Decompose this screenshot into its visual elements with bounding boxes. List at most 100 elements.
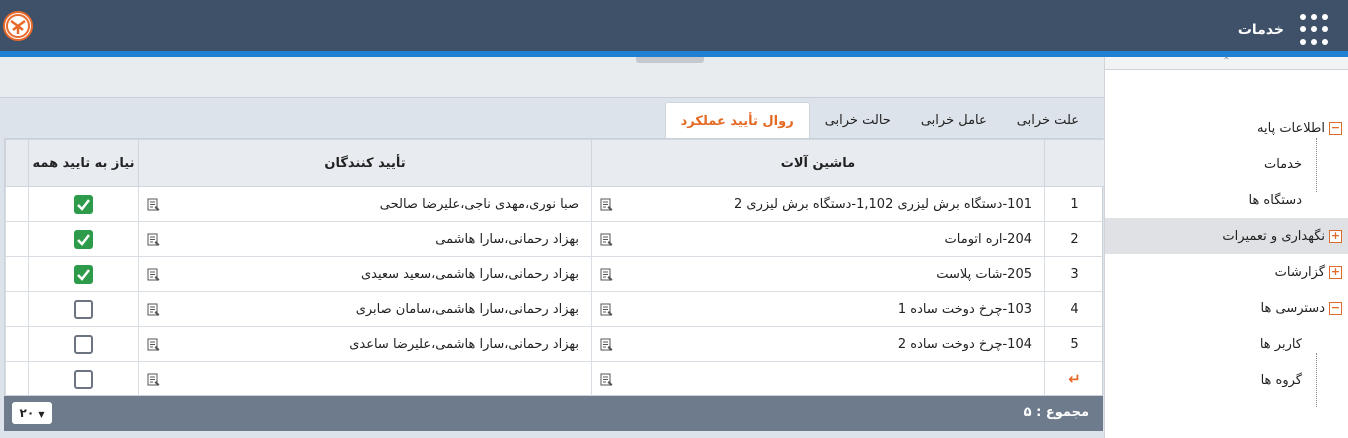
sidebar-item[interactable]: + گزارشات: [1105, 254, 1348, 290]
machines-cell[interactable]: 104-چرخ دوخت ساده 2: [591, 326, 1045, 362]
page-size-select[interactable]: ۲۰ ▼: [12, 402, 52, 424]
table-row[interactable]: 5 104-چرخ دوخت ساده 2 بهزاد رحمانی،سارا ها…: [5, 326, 1105, 362]
edit-list-icon[interactable]: [600, 268, 613, 282]
spacer-cell: [5, 186, 29, 222]
brand-label: خدمات: [1237, 22, 1284, 38]
unchecked-checkbox[interactable]: [74, 334, 93, 354]
brand[interactable]: خدمات: [1238, 14, 1328, 46]
unchecked-checkbox[interactable]: [74, 369, 93, 389]
approvers-value: بهزاد رحمانی،سارا هاشمی،سعید سعیدی: [360, 266, 579, 282]
main-area: علت خرابی عامل خرابی حالت خرابی روال تأی…: [0, 57, 1105, 438]
machines-cell[interactable]: [591, 361, 1045, 397]
spacer-cell: [5, 291, 29, 327]
splitter-handle[interactable]: [636, 57, 704, 63]
machines-value: 204-اره اتومات: [944, 231, 1032, 247]
sidebar-item-label: اطلاعات پایه: [1257, 120, 1325, 136]
checked-checkbox[interactable]: [74, 264, 93, 284]
unchecked-checkbox[interactable]: [74, 299, 93, 319]
approvers-value: بهزاد رحمانی،سارا هاشمی: [435, 231, 579, 247]
spacer-cell: [5, 361, 29, 397]
approvers-cell[interactable]: صبا نوری،مهدی ناجی،علیرضا صالحی: [138, 186, 592, 222]
approvers-cell[interactable]: [138, 361, 592, 397]
page-size-value: ۲۰: [19, 406, 35, 420]
approvers-cell[interactable]: بهزاد رحمانی،سارا هاشمی: [138, 221, 592, 257]
expand-icon[interactable]: +: [1329, 229, 1342, 243]
machines-value: 205-شات پلاست: [936, 266, 1032, 282]
edit-list-icon[interactable]: [147, 198, 160, 212]
machines-cell[interactable]: 204-اره اتومات: [591, 221, 1045, 257]
sidebar-item-label: دسترسی ها: [1260, 300, 1325, 316]
sidebar-item[interactable]: کاربر ها: [1105, 326, 1348, 362]
column-header-approvers[interactable]: تأیید کنندگان: [138, 139, 592, 187]
total-count: مجموع : ۵: [1023, 405, 1089, 420]
expand-icon[interactable]: +: [1329, 265, 1342, 279]
edit-list-icon[interactable]: [147, 303, 160, 317]
table-row[interactable]: 2 204-اره اتومات بهزاد رحمانی،سارا هاشمی: [5, 221, 1105, 257]
sidebar-item[interactable]: − دسترسی ها: [1105, 290, 1348, 326]
tree-connector: [1316, 353, 1317, 407]
machines-cell[interactable]: 205-شات پلاست: [591, 256, 1045, 292]
table-row[interactable]: 3 205-شات پلاست بهزاد رحمانی،سارا هاشمی،سع…: [5, 256, 1105, 292]
row-number: 3: [1044, 256, 1105, 292]
column-header-row-number: [1044, 139, 1105, 187]
machines-cell[interactable]: 101-دستگاه برش لیزری 1,102-دستگاه برش لی…: [591, 186, 1045, 222]
sidebar-item[interactable]: دستگاه ها: [1105, 182, 1348, 218]
approvers-value: صبا نوری،مهدی ناجی،علیرضا صالحی: [379, 196, 579, 212]
sidebar-item[interactable]: − اطلاعات پایه: [1105, 110, 1348, 146]
tab-approval-workflow[interactable]: روال تأیید عملکرد: [664, 102, 810, 138]
edit-list-icon[interactable]: [600, 338, 613, 352]
sidebar-tree: − اطلاعات پایه خدمات دستگاه ها + نگهداری و تع…: [1105, 70, 1348, 407]
column-header-machines[interactable]: ماشین آلات: [591, 139, 1045, 187]
checked-checkbox[interactable]: [74, 229, 93, 249]
tab-bar: علت خرابی عامل خرابی حالت خرابی روال تأی…: [664, 102, 1094, 138]
approvers-cell[interactable]: بهزاد رحمانی،سارا هاشمی،سعید سعیدی: [138, 256, 592, 292]
tab-failure-mode[interactable]: حالت خرابی: [810, 102, 906, 138]
column-header-spacer: [5, 139, 29, 187]
new-row-cell: ↵: [1044, 361, 1105, 397]
sidebar-item-label: خدمات: [1263, 156, 1302, 172]
collapse-icon[interactable]: −: [1329, 121, 1342, 135]
approvers-cell[interactable]: بهزاد رحمانی،سارا هاشمی،سامان صابری: [138, 291, 592, 327]
collapse-icon[interactable]: −: [1329, 301, 1342, 315]
row-number: 4: [1044, 291, 1105, 327]
spacer-cell: [5, 221, 29, 257]
edit-list-icon[interactable]: [147, 338, 160, 352]
machines-cell[interactable]: 103-چرخ دوخت ساده 1: [591, 291, 1045, 327]
require-all-cell: [28, 186, 139, 222]
edit-list-icon[interactable]: [600, 233, 613, 247]
spacer-cell: [5, 256, 29, 292]
require-all-cell: [28, 221, 139, 257]
spacer-cell: [5, 326, 29, 362]
edit-list-icon[interactable]: [147, 373, 160, 387]
tab-failure-cause[interactable]: علت خرابی: [1002, 102, 1094, 138]
approvers-cell[interactable]: بهزاد رحمانی،سارا هاشمی،علیرضا ساعدی: [138, 326, 592, 362]
sidebar-item[interactable]: گروه ها: [1105, 362, 1348, 398]
approvers-value: بهزاد رحمانی،سارا هاشمی،سامان صابری: [355, 301, 579, 317]
sidebar-item[interactable]: + نگهداری و تعمیرات: [1105, 218, 1348, 254]
data-grid: ماشین آلات تأیید کنندگان نیاز به تایید ه…: [4, 138, 1105, 397]
edit-list-icon[interactable]: [600, 373, 613, 387]
machines-value: 104-چرخ دوخت ساده 2: [897, 336, 1032, 352]
edit-list-icon[interactable]: [147, 268, 160, 282]
sidebar-item[interactable]: خدمات: [1105, 146, 1348, 182]
row-number: 1: [1044, 186, 1105, 222]
sidebar: ⌃ − اطلاعات پایه خدمات دستگاه ها + نگهداری و …: [1104, 57, 1348, 438]
tab-failure-agent[interactable]: عامل خرابی: [906, 102, 1002, 138]
apps-grid-icon[interactable]: [1296, 14, 1328, 46]
edit-list-icon[interactable]: [147, 233, 160, 247]
new-row[interactable]: ↵: [5, 361, 1105, 397]
content-panel: علت خرابی عامل خرابی حالت خرابی روال تأی…: [0, 97, 1105, 438]
edit-list-icon[interactable]: [600, 303, 613, 317]
approvers-value: بهزاد رحمانی،سارا هاشمی،علیرضا ساعدی: [349, 336, 579, 352]
sidebar-item-label: کاربر ها: [1259, 336, 1302, 352]
table-row[interactable]: 4 103-چرخ دوخت ساده 1 بهزاد رحمانی،سارا ها…: [5, 291, 1105, 327]
edit-list-icon[interactable]: [600, 198, 613, 212]
new-row-arrow-icon: ↵: [1068, 370, 1081, 388]
row-number: 5: [1044, 326, 1105, 362]
column-header-require-all[interactable]: نیاز به تایید همه: [28, 139, 139, 187]
collapse-up-icon[interactable]: ⌃: [1105, 57, 1348, 70]
checked-checkbox[interactable]: [74, 194, 93, 214]
app-logo-icon[interactable]: [3, 11, 33, 41]
table-row[interactable]: 1 101-دستگاه برش لیزری 1,102-دستگاه برش ل…: [5, 186, 1105, 222]
sidebar-item-label: گروه ها: [1260, 372, 1302, 388]
